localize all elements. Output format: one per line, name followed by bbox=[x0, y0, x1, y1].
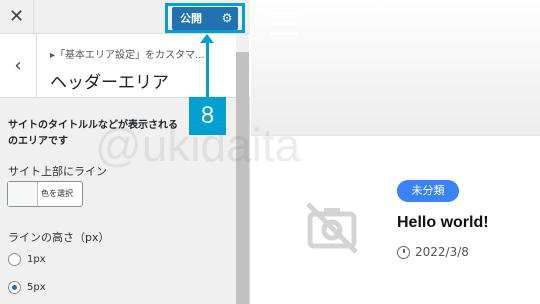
color-picker-button[interactable]: 色を選択 bbox=[7, 181, 83, 207]
close-icon[interactable]: ✕ bbox=[0, 0, 34, 34]
callout-arrow-icon bbox=[200, 34, 214, 43]
menu-icon[interactable] bbox=[270, 12, 298, 36]
preview-divider bbox=[251, 135, 540, 136]
radio-5px[interactable] bbox=[8, 281, 21, 294]
category-badge[interactable]: 未分類 bbox=[397, 180, 459, 202]
top-line-label: サイト上部にライン bbox=[8, 165, 107, 178]
radio-1px-label: 1px bbox=[27, 254, 46, 265]
line-height-label: ラインの高さ（px） bbox=[8, 231, 110, 244]
clock-icon bbox=[397, 246, 410, 259]
radio-1px[interactable] bbox=[8, 253, 21, 266]
post-title[interactable]: Hello world! bbox=[397, 214, 489, 232]
breadcrumb: ▸「基本エリア設定」をカスタマ... bbox=[50, 50, 205, 61]
scrollbar-thumb[interactable] bbox=[236, 52, 249, 304]
section-description: サイトのタイトルルなどが表示される のエリアです bbox=[8, 120, 178, 147]
gear-icon[interactable]: ⚙ bbox=[219, 7, 235, 30]
post-date: 2022/3/8 bbox=[415, 245, 469, 259]
radio-5px-label: 5px bbox=[27, 282, 46, 293]
color-swatch bbox=[8, 182, 38, 206]
no-image-icon bbox=[306, 202, 358, 254]
color-button-label: 色を選択 bbox=[41, 189, 73, 198]
section-header: ‹ ▸「基本エリア設定」をカスタマ... ヘッダーエリア bbox=[0, 34, 250, 98]
page-title: ヘッダーエリア bbox=[50, 73, 169, 93]
back-chevron-icon[interactable]: ‹ bbox=[0, 34, 37, 98]
callout-number: 8 bbox=[189, 97, 226, 135]
callout-line bbox=[206, 38, 209, 98]
